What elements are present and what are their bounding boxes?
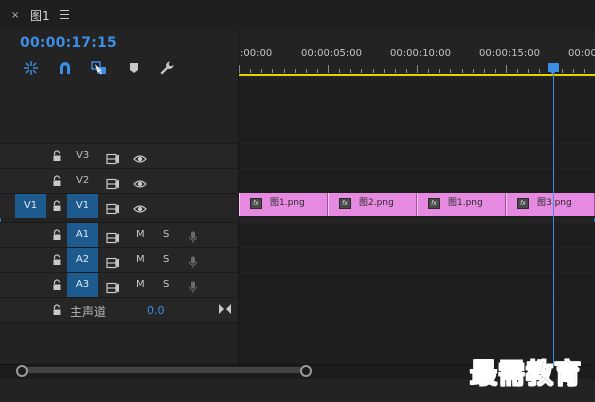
track-lane-master[interactable] [239, 297, 595, 323]
clip-label: 图2.png [359, 198, 394, 208]
track-empty-area [239, 78, 595, 143]
mute-button[interactable]: M [136, 279, 145, 291]
sync-lock-icon[interactable] [106, 150, 120, 169]
track-name[interactable]: V2 [76, 175, 89, 187]
sync-lock-icon[interactable] [106, 175, 120, 194]
clip-label: 图1.png [270, 198, 305, 208]
track-lock-icon[interactable] [52, 175, 62, 187]
zoom-handle-left[interactable] [16, 365, 28, 377]
track-lane-a1[interactable] [239, 222, 595, 247]
voiceover-mic-icon[interactable] [188, 229, 198, 248]
clip[interactable]: fx 图1.png [239, 193, 328, 216]
clip[interactable]: fx 图1.png [417, 193, 506, 216]
track-header-master [0, 297, 238, 323]
nest-sequence-icon[interactable] [22, 59, 40, 77]
solo-button[interactable]: S [163, 254, 169, 266]
track-header-empty [0, 322, 238, 365]
work-area-bar[interactable] [239, 74, 595, 76]
zoom-handle-right[interactable] [300, 365, 312, 377]
voiceover-mic-icon[interactable] [188, 279, 198, 298]
master-volume-value[interactable]: 0.0 [147, 304, 165, 317]
track-lane-v2[interactable] [239, 168, 595, 193]
track-lock-icon[interactable] [52, 200, 62, 212]
sync-lock-icon[interactable] [106, 254, 120, 273]
wrench-icon[interactable] [158, 59, 176, 77]
track-lock-icon[interactable] [52, 304, 62, 316]
track-target-a2[interactable]: A2 [67, 248, 98, 272]
go-to-end-icon[interactable] [219, 299, 231, 318]
fx-badge-icon: fx [339, 198, 351, 209]
ruler-label: 00:00:10:00 [390, 48, 452, 59]
track-lane-a2[interactable] [239, 247, 595, 272]
track-lock-icon[interactable] [52, 150, 62, 162]
sync-lock-icon[interactable] [106, 229, 120, 248]
sync-lock-icon[interactable] [106, 200, 120, 219]
panel-tab-bar: × 图1 [0, 0, 595, 30]
track-lane-v3[interactable] [239, 143, 595, 168]
ruler-label: 00:00 [568, 48, 595, 59]
snap-icon[interactable] [56, 59, 74, 77]
track-header-a1: A1 M S [0, 222, 238, 247]
fx-badge-icon: fx [517, 198, 529, 209]
track-header-a2: A2 M S [0, 247, 238, 272]
scrollbar-thumb[interactable] [20, 367, 305, 373]
close-tab-icon[interactable]: × [11, 10, 19, 22]
fx-badge-icon: fx [250, 198, 262, 209]
track-lock-icon[interactable] [52, 229, 62, 241]
master-track-label: 主声道 [70, 305, 107, 319]
toggle-output-eye-icon[interactable] [133, 150, 147, 169]
ruler-label: 00:00:15:00 [479, 48, 541, 59]
clip-label: 图3.png [537, 198, 572, 208]
solo-button[interactable]: S [163, 229, 169, 241]
track-target-a3[interactable]: A3 [67, 273, 98, 297]
clip-label: 图1.png [448, 198, 483, 208]
watermark-text: 最需教育 [470, 359, 582, 391]
ruler-ticks [239, 65, 585, 73]
track-target-v1[interactable]: V1 [67, 194, 98, 218]
playhead-line[interactable] [553, 66, 554, 364]
mute-button[interactable]: M [136, 229, 145, 241]
toggle-output-eye-icon[interactable] [133, 200, 147, 219]
track-lane-a3[interactable] [239, 272, 595, 297]
track-lock-icon[interactable] [52, 279, 62, 291]
linked-selection-icon[interactable] [90, 59, 108, 77]
solo-button[interactable]: S [163, 279, 169, 291]
clip[interactable]: fx 图2.png [328, 193, 417, 216]
ruler-label: :00:00 [240, 48, 273, 59]
voiceover-mic-icon[interactable] [188, 254, 198, 273]
sync-lock-icon[interactable] [106, 279, 120, 298]
track-header-v3: V3 [0, 143, 238, 168]
panel-menu-icon[interactable] [60, 10, 69, 19]
source-patch-v1[interactable]: V1 [15, 194, 46, 218]
track-header-v1: V1 V1 [0, 193, 238, 218]
track-name[interactable]: V3 [76, 150, 89, 162]
playhead-timecode[interactable]: 00:00:17:15 [20, 35, 117, 51]
track-target-a1[interactable]: A1 [67, 223, 98, 247]
ruler-label: 00:00:05:00 [301, 48, 363, 59]
track-lock-icon[interactable] [52, 254, 62, 266]
playhead-handle[interactable] [548, 63, 559, 75]
track-header-v2: V2 [0, 168, 238, 193]
sequence-tab-title[interactable]: 图1 [30, 8, 50, 24]
toggle-output-eye-icon[interactable] [133, 175, 147, 194]
mute-button[interactable]: M [136, 254, 145, 266]
track-header-a3: A3 M S [0, 272, 238, 297]
fx-badge-icon: fx [428, 198, 440, 209]
add-marker-icon[interactable] [125, 59, 143, 77]
clip[interactable]: fx 图3.png [506, 193, 595, 216]
